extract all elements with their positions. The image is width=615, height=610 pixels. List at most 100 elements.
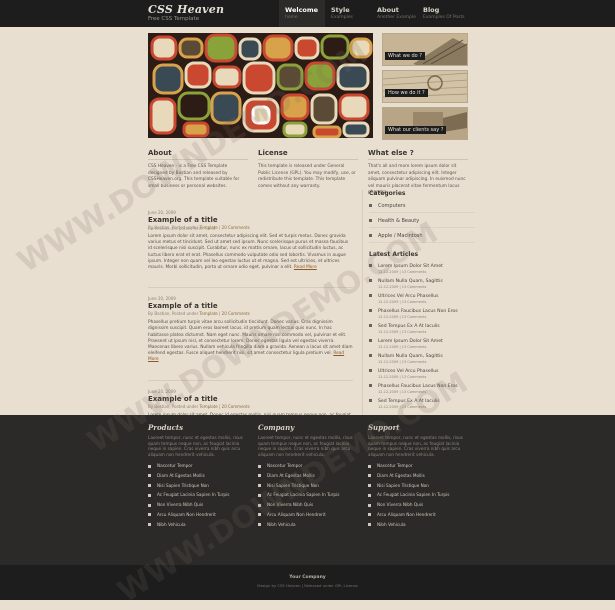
post-comments-link[interactable]: 20 Comments <box>222 311 250 316</box>
article-title: Nullam Nulla Quam, Sagittis <box>378 279 443 284</box>
post-title[interactable]: Example of a title <box>148 216 353 224</box>
footer-link[interactable]: Nibh Vehicula <box>148 522 243 527</box>
article-date: 12-12-2009 | 13 Comments <box>378 330 427 334</box>
footer-link-label: Nibh Vehicula <box>377 521 406 527</box>
thumb-how-we-do[interactable]: How we do it ? <box>382 70 468 103</box>
post-category-link[interactable]: Template <box>200 225 218 230</box>
latest-article[interactable]: Sed Tempus Ex A At Iaculis 12-12-2009 | 1… <box>369 399 475 409</box>
post-title[interactable]: Example of a title <box>148 395 353 403</box>
article-title: Nullam Nulla Quam, Sagittis <box>378 354 443 359</box>
footer-link-label: Arcu Aliquam Non Hendrerit <box>157 511 216 517</box>
latest-article[interactable]: Sed Tempus Ex A At Iaculis 12-12-2009 | 1… <box>369 324 475 334</box>
post-title[interactable]: Example of a title <box>148 302 353 310</box>
post-category-link[interactable]: Template <box>200 404 218 409</box>
thumb-image <box>383 34 467 65</box>
post-category-link[interactable]: Template <box>200 311 218 316</box>
nav-style[interactable]: Style Examples <box>325 0 371 27</box>
footer-link[interactable]: Arcu Aliquam Non Hendrerit <box>148 512 243 517</box>
footer-link[interactable]: Non Viverra Nibh Quis <box>368 502 463 507</box>
footer-link[interactable]: Ac Feugiat Lacinia Sapien In Turpis <box>368 492 463 497</box>
credit-text[interactable]: Design by CSS Heaven | Released under GP… <box>0 583 615 588</box>
bullet-icon <box>148 464 151 468</box>
nav-blog[interactable]: Blog Examples Of Posts <box>417 0 465 27</box>
latest-article[interactable]: Phasellus Faucibus Lacus Non Eros 12-12-2… <box>369 384 475 394</box>
footer-link[interactable]: Diam At Egestas Mollis <box>368 473 463 478</box>
latest-article[interactable]: Ultrices Vel Arcu Phasellus 12-12-2009 | … <box>369 369 475 379</box>
footer-text: Laoreet tempor, nunc et egestas mollis, … <box>148 435 243 457</box>
latest-article[interactable]: Nullam Nulla Quam, Sagittis 12-12-2009 | … <box>369 354 475 364</box>
footer-link[interactable]: Arcu Aliquam Non Hendrerit <box>368 512 463 517</box>
latest-article[interactable]: Nullam Nulla Quam, Sagittis 12-12-2009 | … <box>369 279 475 289</box>
post-body: Phasellus pretium turpis vitae arcu soll… <box>148 320 353 363</box>
thumb-what-we-do[interactable]: What we do ? <box>382 33 468 66</box>
nav-about[interactable]: About Another Example <box>371 0 417 27</box>
latest-article[interactable]: Lorem Ipsum Dolor Sit Amet 12-12-2009 | 1… <box>369 264 475 274</box>
page: CSS Heaven Free CSS Template Welcome hom… <box>0 0 615 610</box>
footer-link-label: Non Viverra Nibh Quis <box>267 502 314 508</box>
thumb-clients-say[interactable]: What our clients say ? <box>382 107 468 140</box>
footer-heading: Support <box>368 423 400 432</box>
footer-link[interactable]: Non Viverra Nibh Quis <box>148 502 243 507</box>
footer-link[interactable]: Diam At Egestas Mollis <box>258 473 353 478</box>
footer-link[interactable]: Nibh Vehicula <box>258 522 353 527</box>
footer-link[interactable]: Ac Feugiat Lacinia Sapien In Turpis <box>148 492 243 497</box>
copyright-text: Your Company <box>289 575 326 580</box>
footer-link[interactable]: Nisi Sapien Tristique Non <box>148 483 243 488</box>
post-date: June 20, 2009 <box>148 210 176 215</box>
article-date: 12-12-2009 | 13 Comments <box>378 345 427 349</box>
post-meta: By Bostian, Posted under Template | 20 C… <box>148 311 250 317</box>
post-date: June 20, 2009 <box>148 388 176 394</box>
footer-link[interactable]: Non Viverra Nibh Quis <box>258 502 353 507</box>
post-meta-text: By Bostian, Posted under <box>148 403 199 409</box>
nav-label: Style <box>331 6 350 14</box>
footer-link[interactable]: Nascetur Tempor <box>258 463 353 468</box>
bullet-icon <box>148 474 151 478</box>
latest-article[interactable]: Phasellus Faucibus Lacus Non Eros 12-12-2… <box>369 309 475 319</box>
bullet-icon <box>258 523 261 527</box>
what-else-heading: What else ? <box>368 149 468 160</box>
nav-sublabel: home <box>285 15 298 20</box>
category-item[interactable]: Apple / Macintosh <box>369 233 475 243</box>
post-body-text: Phasellus pretium turpis vitae arcu soll… <box>148 320 353 357</box>
footer-text: Laoreet tempor, nunc et egestas mollis, … <box>368 435 463 457</box>
category-item[interactable]: Computers <box>369 203 475 213</box>
logo[interactable]: CSS Heaven Free CSS Template <box>148 3 224 22</box>
article-date: 12-12-2009 | 13 Comments <box>378 300 427 304</box>
footer-link[interactable]: Nisi Sapien Tristique Non <box>258 483 353 488</box>
footer-support: Support Laoreet tempor, nunc et egestas … <box>368 423 463 532</box>
footer-link[interactable]: Nascetur Tempor <box>368 463 463 468</box>
footer-link[interactable]: Nisi Sapien Tristique Non <box>368 483 463 488</box>
bullet-icon <box>369 234 372 237</box>
bullet-icon <box>258 474 261 478</box>
article-date: 12-12-2009 | 13 Comments <box>378 360 427 364</box>
latest-article[interactable]: Ultrices Vel Arcu Phasellus 12-12-2009 | … <box>369 294 475 304</box>
footer-link-label: Nisi Sapien Tristique Non <box>377 482 429 488</box>
footer-products: Products Laoreet tempor, nunc et egestas… <box>148 423 243 532</box>
latest-articles-heading: Latest Articles <box>369 251 419 258</box>
read-more-link[interactable]: Read More <box>294 265 317 270</box>
article-date: 12-12-2009 | 13 Comments <box>378 405 427 409</box>
sidebar: Categories Computers Health & Beauty App… <box>362 190 475 415</box>
retro-pattern-image <box>148 33 373 138</box>
article-title: Phasellus Faucibus Lacus Non Eros <box>378 309 458 314</box>
nav-label: Blog <box>423 6 440 14</box>
nav-welcome[interactable]: Welcome home <box>279 0 325 27</box>
post-comments-link[interactable]: 20 Comments <box>222 225 250 230</box>
footer-link-label: Non Viverra Nibh Quis <box>157 502 204 508</box>
footer-link[interactable]: Ac Feugiat Lacinia Sapien In Turpis <box>258 492 353 497</box>
thumb-image <box>383 71 467 102</box>
bullet-icon <box>148 503 151 507</box>
footer-link-label: Diam At Egestas Mollis <box>157 472 205 478</box>
latest-article[interactable]: Lorem Ipsum Dolor Sit Amet 12-12-2009 | 1… <box>369 339 475 349</box>
footer-link[interactable]: Nibh Vehicula <box>368 522 463 527</box>
feature-thumbnails: What we do ? How we do it ? What our cli… <box>382 33 468 144</box>
logo-title: CSS Heaven <box>148 3 225 16</box>
footer-link[interactable]: Arcu Aliquam Non Hendrerit <box>258 512 353 517</box>
post-meta-text: By Bostian, Posted under <box>148 225 199 230</box>
logo-subtitle: Free CSS Template <box>148 16 200 22</box>
footer-link[interactable]: Diam At Egestas Mollis <box>148 473 243 478</box>
post-divider <box>148 379 353 381</box>
post-comments-link[interactable]: 20 Comments <box>222 404 250 409</box>
category-item[interactable]: Health & Beauty <box>369 218 475 228</box>
footer-link[interactable]: Nascetur Tempor <box>148 463 243 468</box>
